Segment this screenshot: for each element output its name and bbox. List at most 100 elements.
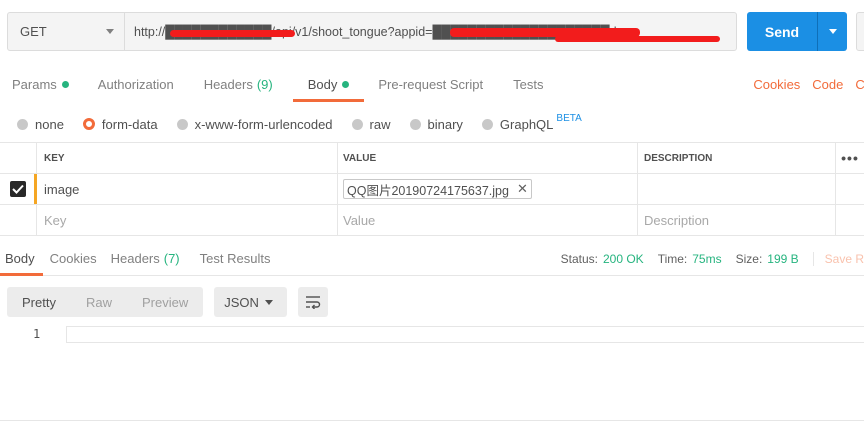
file-chip: QQ图片20190724175637.jpg ✕ [343,179,532,199]
response-tab-headers[interactable]: Headers (7) [111,241,180,275]
radio-label: x-www-form-urlencoded [194,116,333,132]
table-header-row: KEY VALUE DESCRIPTION ••• [0,143,864,174]
tab-label: Cookies [49,250,97,266]
column-header-description: DESCRIPTION [638,143,836,173]
key-input[interactable]: Key [37,205,338,235]
radio-urlencoded[interactable]: x-www-form-urlencoded [176,116,333,132]
value-input[interactable]: Value [338,205,638,235]
check-icon [12,184,24,194]
time-value: 75ms [692,251,722,266]
send-options-button[interactable] [818,12,847,51]
tab-pre-request-script[interactable]: Pre-request Script [378,66,483,102]
redaction-mark [555,36,720,42]
send-button[interactable]: Send [747,12,847,51]
radio-graphql[interactable]: GraphQL BETA [481,113,582,132]
tab-label: Body [307,76,338,92]
response-view-bar: Pretty Raw Preview JSON [7,287,329,317]
value-cell[interactable]: QQ图片20190724175637.jpg ✕ [338,174,638,204]
table-row: image QQ图片20190724175637.jpg ✕ [0,174,864,205]
divider [0,420,864,421]
status-label: Status: [560,251,598,266]
save-response-button[interactable]: Save R [812,251,864,266]
tab-label: Pre-request Script [378,76,484,92]
method-label: GET [20,24,47,39]
response-tabs: Body Cookies Headers (7) Test Results Sta… [0,241,864,276]
beta-badge: BETA [556,112,582,124]
radio-label: none [35,116,64,132]
radio-icon [176,118,188,130]
key-cell[interactable]: image [37,174,338,204]
tab-label: Body [5,250,35,266]
comments-link[interactable]: Co [855,77,864,92]
tab-label: Tests [513,76,544,92]
description-input[interactable]: Description [638,205,836,235]
radio-label: binary [427,116,463,132]
status-value: 200 OK [602,251,644,266]
column-header-key: KEY [37,143,338,173]
code-link[interactable]: Code [812,77,843,92]
table-row-new: Key Value Description [0,205,864,236]
description-placeholder: Description [644,212,710,228]
tab-params[interactable]: Params [12,66,69,102]
line-number: 1 [33,327,41,341]
view-raw-button[interactable]: Raw [71,287,127,317]
status-dot-icon [61,80,69,88]
wrap-icon [306,296,321,309]
radio-icon [409,118,421,130]
tab-label: Headers [110,250,160,266]
cookies-link[interactable]: Cookies [753,77,800,92]
view-pretty-button[interactable]: Pretty [7,287,71,317]
tab-authorization[interactable]: Authorization [98,66,174,102]
chevron-down-icon [106,29,114,34]
response-status: Status: 200 OK Time: 75ms Size: 199 B Sa… [561,241,864,276]
row-spacer [0,205,37,235]
response-tab-body[interactable]: Body [0,241,43,276]
size-value: 199 B [767,251,799,266]
radio-binary[interactable]: binary [409,116,463,132]
radio-form-data[interactable]: form-data [82,116,158,132]
radio-label: raw [369,116,391,132]
radio-selected-icon [82,118,95,130]
tab-label: Authorization [97,76,174,92]
more-options-button[interactable]: ••• [836,143,864,173]
form-data-table: KEY VALUE DESCRIPTION ••• image QQ图片2019… [0,142,864,236]
header-spacer [0,143,37,173]
chevron-down-icon [828,29,837,34]
description-cell[interactable] [638,174,836,204]
method-select[interactable]: GET [8,13,125,50]
radio-raw[interactable]: raw [351,116,391,132]
key-value: image [44,181,80,197]
radio-none[interactable]: none [17,117,64,132]
chevron-down-icon [265,299,274,305]
radio-icon [481,118,493,130]
request-bar: GET http://████████████/api/v1/shoot_ton… [7,12,737,51]
row-actions [836,205,864,235]
tab-label: Test Results [199,250,271,266]
response-tab-test-results[interactable]: Test Results [200,241,271,275]
redaction-mark [170,30,295,37]
status-dot-icon [342,80,350,88]
checkbox[interactable] [10,181,26,197]
tab-headers[interactable]: Headers (9) [204,66,273,102]
radio-label: form-data [101,116,158,132]
column-header-value: VALUE [338,143,638,173]
response-editor[interactable]: 1 [0,326,864,344]
view-preview-button[interactable]: Preview [127,287,203,317]
active-line [66,326,864,343]
tab-body[interactable]: Body [292,66,364,102]
save-button[interactable] [856,12,864,51]
format-label: JSON [224,294,259,310]
remove-file-icon[interactable]: ✕ [517,181,528,197]
tab-tests[interactable]: Tests [513,66,543,102]
format-select[interactable]: JSON [214,287,288,317]
response-tab-cookies[interactable]: Cookies [50,241,97,275]
radio-icon [17,118,28,130]
body-type-group: none form-data x-www-form-urlencoded raw… [17,113,601,134]
tab-count: (7) [163,250,180,266]
url-input[interactable]: http://████████████/api/v1/shoot_tongue?… [125,13,736,50]
row-actions [836,174,864,204]
wrap-lines-button[interactable] [298,287,329,317]
radio-label: GraphQL [499,116,554,132]
send-label: Send [764,23,800,40]
value-placeholder: Value [343,212,376,228]
